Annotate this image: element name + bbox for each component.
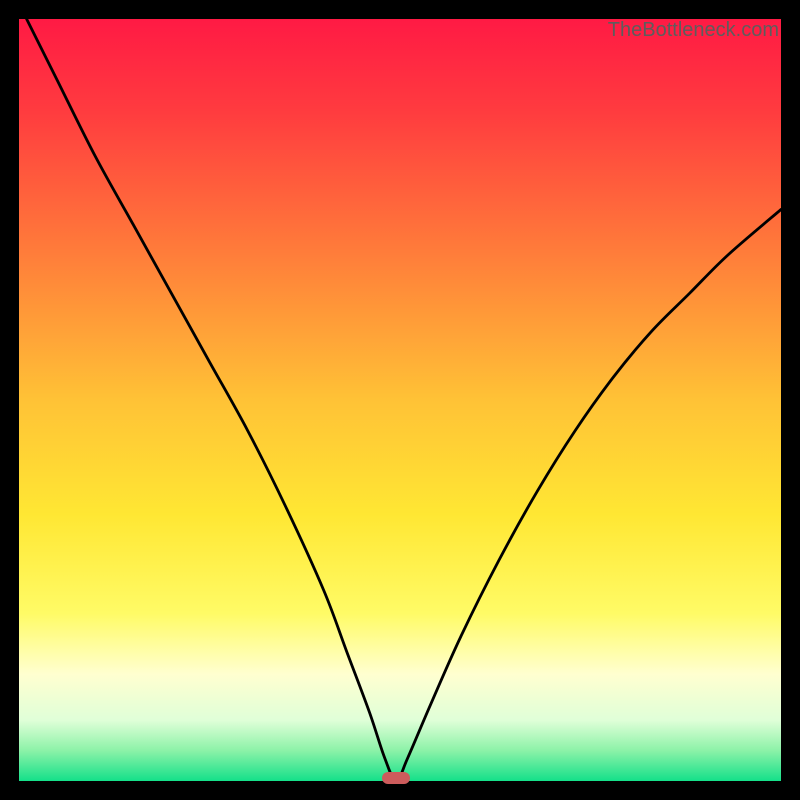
watermark-text: TheBottleneck.com bbox=[608, 19, 779, 42]
bottleneck-chart bbox=[19, 19, 781, 781]
optimum-marker bbox=[382, 772, 410, 784]
gradient-background bbox=[19, 19, 781, 781]
chart-frame: TheBottleneck.com bbox=[19, 19, 781, 781]
